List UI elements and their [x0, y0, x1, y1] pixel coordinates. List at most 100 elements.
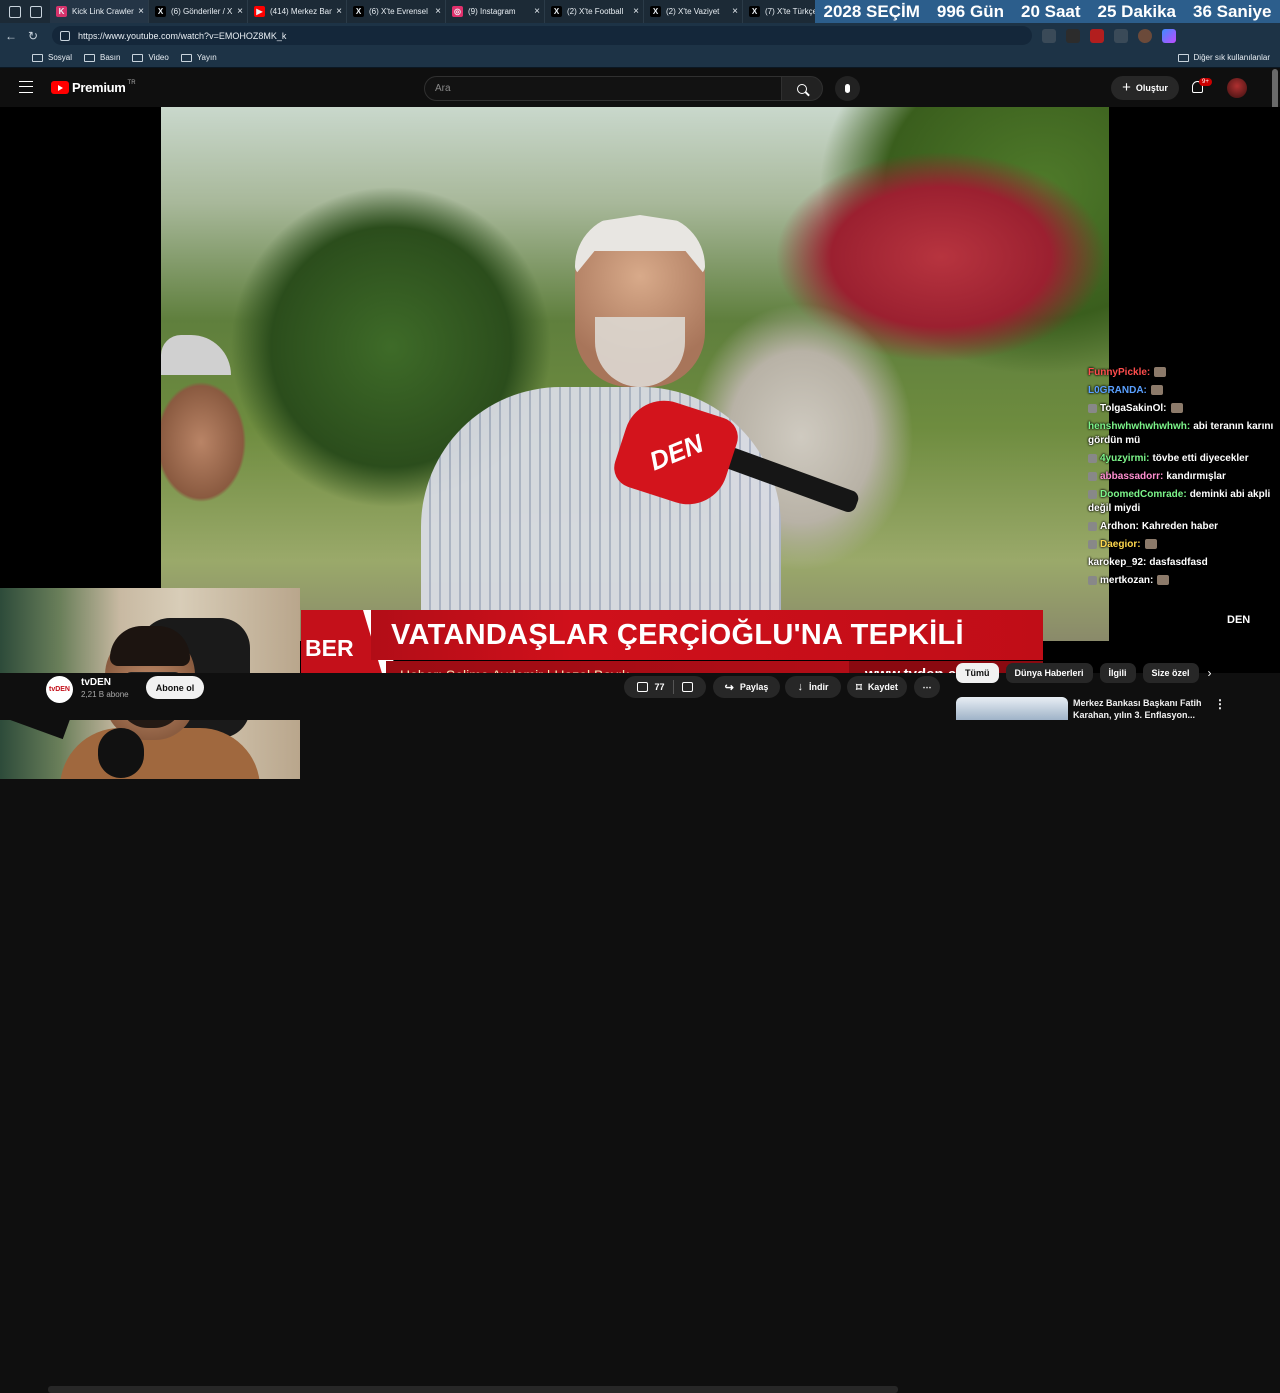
- close-tab-icon[interactable]: ×: [134, 6, 148, 17]
- recommendation-title[interactable]: Merkez Bankası Başkanı Fatih Karahan, yı…: [1073, 697, 1208, 720]
- chat-emote-icon: [1150, 385, 1163, 396]
- chat-badge-icon: [1088, 489, 1097, 499]
- chat-emote-icon: [1157, 575, 1170, 586]
- chat-message: FunnyPickle:: [1088, 366, 1280, 380]
- close-tab-icon[interactable]: ×: [629, 6, 643, 17]
- copilot-icon[interactable]: [1162, 28, 1176, 43]
- profile-avatar-icon[interactable]: [1138, 28, 1152, 43]
- x-icon: X: [749, 6, 760, 17]
- browser-tab[interactable]: X (6) Gönderiler / X ×: [149, 0, 248, 23]
- chat-badge-icon: [1088, 521, 1097, 531]
- chat-username: L0GRANDA:: [1088, 385, 1147, 396]
- chevron-right-icon[interactable]: ›: [1208, 666, 1212, 680]
- address-bar[interactable]: https://www.youtube.com/watch?v=EMOHOZ8M…: [52, 26, 1032, 45]
- search-icon: [797, 83, 807, 94]
- tab-actions-icon[interactable]: [30, 5, 42, 18]
- news-headline: VATANDAŞLAR ÇERÇİOĞLU'NA TEPKİLİ: [371, 610, 1043, 660]
- close-tab-icon[interactable]: ×: [728, 6, 742, 17]
- browser-tab[interactable]: K Kick Link Crawler ×: [50, 0, 149, 23]
- extension-icon[interactable]: [1066, 28, 1080, 43]
- back-icon[interactable]: ←: [0, 29, 22, 43]
- extension-icon[interactable]: [1114, 28, 1128, 43]
- kick-icon: K: [56, 6, 67, 17]
- folder-icon: [1177, 53, 1189, 62]
- video-frame[interactable]: DEN: [161, 107, 1109, 641]
- like-icon[interactable]: [637, 682, 649, 692]
- like-count[interactable]: 77: [654, 682, 664, 692]
- chat-text: dasfasdfasd: [1149, 557, 1208, 568]
- close-tab-icon[interactable]: ×: [233, 6, 247, 17]
- recommendation-more-icon[interactable]: ⋮: [1214, 697, 1226, 711]
- filter-chip[interactable]: Tümü: [956, 663, 999, 683]
- filter-chip[interactable]: Size özel: [1142, 663, 1199, 683]
- filter-chip[interactable]: İlgili: [1099, 663, 1136, 683]
- like-dislike-group: 77: [624, 676, 706, 698]
- youtube-logo[interactable]: Premium TR: [51, 80, 136, 95]
- share-label: Paylaş: [739, 682, 769, 692]
- chat-badge-icon: [1088, 575, 1097, 585]
- download-button[interactable]: ↓ İndir: [785, 676, 841, 698]
- chat-username: mertkozan:: [1100, 575, 1154, 586]
- bookmark-folder[interactable]: Sosyal: [32, 53, 72, 62]
- dislike-icon[interactable]: [681, 682, 693, 692]
- chat-text: kandırmışlar: [1166, 471, 1226, 482]
- site-info-icon[interactable]: [60, 30, 70, 41]
- extension-icon[interactable]: [1090, 28, 1104, 43]
- create-label: Oluştur: [1135, 83, 1168, 93]
- bookmark-folder[interactable]: Basın: [84, 53, 120, 62]
- more-actions-button[interactable]: ⋯: [914, 676, 940, 698]
- account-avatar[interactable]: [1227, 78, 1247, 98]
- filter-chip[interactable]: Dünya Haberleri: [1005, 663, 1093, 683]
- channel-avatar[interactable]: tvDEN: [46, 676, 73, 703]
- browser-tab[interactable]: ▶ (414) Merkez Bankası×: [248, 0, 347, 23]
- chat-emote-icon: [1154, 367, 1167, 378]
- chat-message: L0GRANDA:: [1088, 384, 1280, 398]
- folder-icon: [84, 53, 96, 62]
- save-label: Kaydet: [867, 682, 898, 692]
- menu-icon[interactable]: [19, 81, 33, 93]
- recommendation-thumbnail[interactable]: [956, 697, 1068, 720]
- close-tab-icon[interactable]: ×: [530, 6, 544, 17]
- create-button[interactable]: + Oluştur: [1111, 76, 1179, 100]
- close-tab-icon[interactable]: ×: [431, 6, 445, 17]
- subscribe-button[interactable]: Abone ol: [146, 676, 204, 699]
- browser-tab[interactable]: X (2) X'te Vaziyet ×: [644, 0, 743, 23]
- bookmark-icon: ⌑: [856, 681, 862, 694]
- browser-tab[interactable]: X (6) X'te Evrensel ×: [347, 0, 446, 23]
- search-button[interactable]: [781, 76, 823, 101]
- recommendation-chips: Tümü Dünya Haberleri İlgili Size özel ›: [956, 662, 1280, 684]
- browser-tab[interactable]: ◎ (9) Instagram ×: [446, 0, 545, 23]
- x-icon: X: [155, 6, 166, 17]
- browser-tab[interactable]: X (2) X'te Football ×: [545, 0, 644, 23]
- microphone-logo: DEN: [644, 427, 707, 477]
- chat-badge-icon: [1088, 471, 1097, 481]
- tab-title: Kick Link Crawler: [72, 7, 134, 16]
- chat-message: Ardhon: Kahreden haber: [1088, 520, 1280, 534]
- reload-icon[interactable]: ↻: [22, 29, 44, 43]
- download-label: İndir: [809, 682, 829, 692]
- close-tab-icon[interactable]: ×: [332, 6, 346, 17]
- microphone-icon: [845, 84, 850, 93]
- search-input[interactable]: Ara: [424, 76, 782, 101]
- cap: [161, 335, 231, 375]
- tab-title: (2) X'te Vaziyet: [666, 7, 720, 16]
- bookmark-folder[interactable]: Video: [132, 53, 169, 62]
- workspaces-icon[interactable]: [9, 5, 21, 18]
- other-bookmarks[interactable]: Diğer sık kullanılanlar: [1177, 53, 1270, 62]
- share-button[interactable]: ↪ Paylaş: [713, 676, 780, 698]
- extension-icon[interactable]: [1042, 28, 1056, 43]
- video-player[interactable]: DEN BER VATANDAŞLAR ÇERÇİOĞLU'NA TEPKİLİ…: [0, 107, 1280, 779]
- channel-name[interactable]: tvDEN: [81, 677, 111, 688]
- bookmark-folder[interactable]: Yayın: [180, 53, 217, 62]
- chat-username: Daegior:: [1100, 539, 1141, 550]
- save-button[interactable]: ⌑ Kaydet: [847, 676, 907, 698]
- region-code: TR: [127, 79, 136, 86]
- chat-badge-icon: [1088, 453, 1097, 463]
- election-countdown-banner: 2028 SEÇİM 996 Gün 20 Saat 25 Dakika 36 …: [815, 0, 1280, 23]
- notification-count-badge: 9+: [1199, 78, 1212, 86]
- chat-username: 4yuzyirmi:: [1100, 453, 1150, 464]
- chat-username: FunnyPickle:: [1088, 367, 1151, 378]
- tab-title: (414) Merkez Bankası: [270, 7, 332, 16]
- chat-message: mertkozan:: [1088, 574, 1280, 588]
- voice-search-button[interactable]: [835, 76, 860, 101]
